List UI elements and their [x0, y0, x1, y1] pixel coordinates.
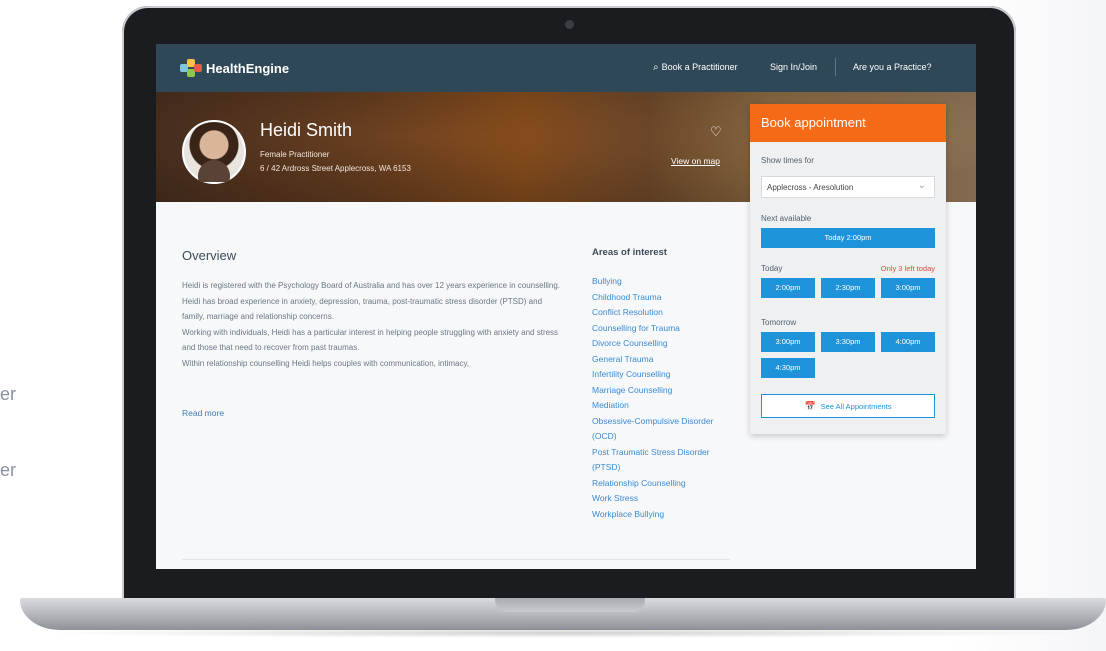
tomorrow-slot[interactable]: 4:00pm [881, 332, 935, 352]
book-practitioner-label: Book a Practitioner [661, 62, 738, 72]
read-more-link[interactable]: Read more [182, 408, 224, 418]
interest-link[interactable]: Infertility Counselling [592, 367, 722, 383]
booking-title: Book appointment [750, 104, 946, 142]
see-all-appointments-button[interactable]: 📅 See All Appointments [761, 394, 935, 418]
interest-link[interactable]: Work Stress [592, 491, 722, 507]
webcam [565, 20, 574, 29]
nav-divider [835, 58, 836, 76]
interest-link[interactable]: Marriage Counselling [592, 383, 722, 399]
practitioner-address: 6 / 42 Ardross Street Applecross, WA 615… [260, 164, 411, 173]
see-all-label: See All Appointments [820, 402, 892, 411]
today-slot[interactable]: 2:00pm [761, 278, 815, 298]
overview-paragraph: Within relationship counselling Heidi he… [182, 358, 470, 368]
tomorrow-label: Tomorrow [761, 318, 797, 327]
next-available-label: Next available [761, 214, 812, 223]
next-available-slot[interactable]: Today 2:00pm [761, 228, 935, 248]
interest-link[interactable]: Bullying [592, 274, 722, 290]
availability-warning: Only 3 left today [880, 264, 935, 273]
tomorrow-slot[interactable]: 4:30pm [761, 358, 815, 378]
laptop-notch [495, 598, 645, 612]
interest-link[interactable]: Obsessive-Compulsive Disorder (OCD) [592, 414, 722, 445]
interest-link[interactable]: Post Traumatic Stress Disorder (PTSD) [592, 445, 722, 476]
practitioner-type: Female Practitioner [260, 150, 330, 159]
favorite-heart-icon[interactable]: ♡ [710, 124, 722, 140]
overview-paragraph: Heidi has broad experience in anxiety, d… [182, 296, 543, 322]
top-nav: HealthEngine ⌕ Book a Practitioner Sign I… [156, 44, 976, 92]
healthengine-logo-icon [180, 59, 202, 77]
interest-link[interactable]: General Trauma [592, 352, 722, 368]
overview-fade [182, 372, 572, 394]
background-text-2: er [0, 460, 17, 480]
laptop-shadow [40, 628, 1086, 638]
search-icon: ⌕ [653, 62, 659, 73]
laptop-screen: HealthEngine ⌕ Book a Practitioner Sign I… [156, 44, 976, 569]
interest-link[interactable]: Divorce Counselling [592, 336, 722, 352]
practitioner-avatar [182, 120, 246, 184]
overview-paragraph: Heidi is registered with the Psychology … [182, 281, 560, 290]
interest-link[interactable]: Mediation [592, 398, 722, 414]
interest-link[interactable]: Counselling for Trauma [592, 321, 722, 337]
today-label: Today [761, 264, 783, 273]
practice-link[interactable]: Are you a Practice? [853, 62, 932, 72]
sign-in-link[interactable]: Sign In/Join [770, 62, 817, 72]
overview-paragraph: Working with individuals, Heidi has a pa… [182, 327, 559, 353]
practitioner-name: Heidi Smith [260, 120, 353, 140]
interest-link[interactable]: Workplace Bullying [592, 507, 722, 523]
interest-link[interactable]: Relationship Counselling [592, 476, 722, 492]
today-slot[interactable]: 3:00pm [881, 278, 935, 298]
areas-of-interest-list: Bullying Childhood Trauma Conflict Resol… [592, 274, 722, 522]
overview-text: Heidi is registered with the Psychology … [182, 278, 562, 371]
location-select[interactable]: Applecross - Aresolution ⌄ [761, 176, 935, 198]
overview-heading: Overview [182, 248, 237, 263]
view-on-map-link[interactable]: View on map [671, 156, 720, 166]
tomorrow-slot[interactable]: 3:30pm [821, 332, 875, 352]
calendar-icon: 📅 [804, 401, 816, 411]
brand-name: HealthEngine [206, 60, 290, 76]
content-divider [182, 559, 730, 560]
areas-of-interest-heading: Areas of interest [592, 247, 667, 258]
book-practitioner-link[interactable]: ⌕ Book a Practitioner [653, 62, 738, 73]
chevron-down-icon: ⌄ [917, 180, 926, 191]
booking-panel: Book appointment Show times for Applecro… [750, 104, 946, 434]
today-slot[interactable]: 2:30pm [821, 278, 875, 298]
background-text-1: er [0, 384, 17, 404]
location-value: Applecross - Aresolution [767, 183, 854, 192]
brand-logo[interactable]: HealthEngine [180, 59, 289, 77]
interest-link[interactable]: Childhood Trauma [592, 290, 722, 306]
interest-link[interactable]: Conflict Resolution [592, 305, 722, 321]
tomorrow-slot[interactable]: 3:00pm [761, 332, 815, 352]
showtimes-label: Show times for [761, 156, 814, 165]
marketing-stage: er er HealthEngine ⌕ Book a Practitioner … [0, 0, 1106, 651]
